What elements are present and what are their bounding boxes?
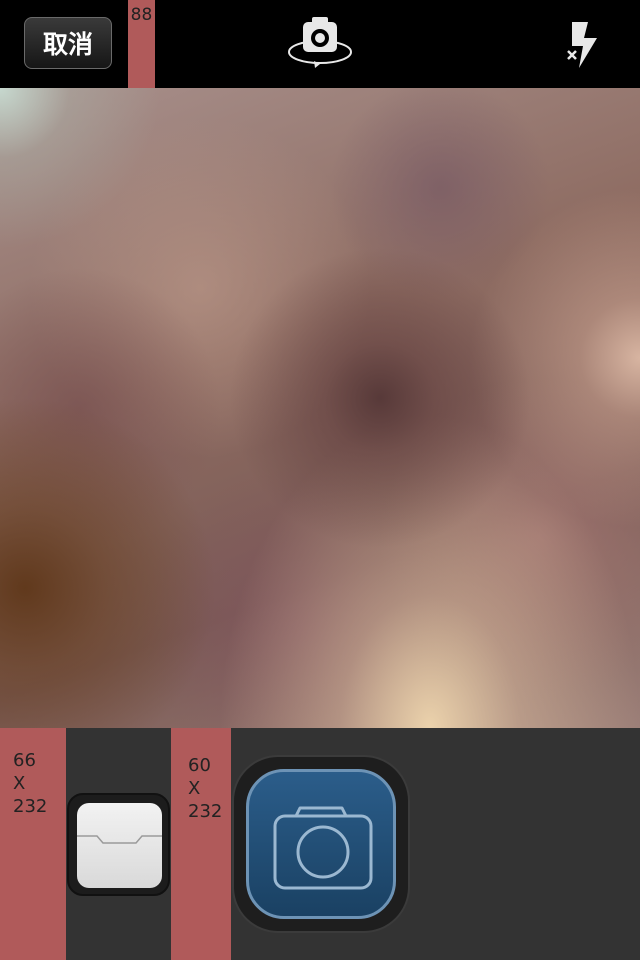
camera-viewfinder	[0, 88, 640, 728]
guide-height-label: 88	[128, 0, 155, 88]
guide-width: 60	[188, 755, 211, 776]
guide-x: X	[188, 778, 201, 799]
guide-width: 66	[13, 750, 36, 771]
top-bar: 取消 88	[0, 0, 640, 88]
photo-album-icon	[77, 803, 162, 888]
shutter-inner	[246, 769, 396, 919]
guide-height: 232	[13, 796, 48, 817]
guide-x: X	[13, 773, 26, 794]
flash-off-icon[interactable]	[560, 18, 604, 70]
photo-album-button[interactable]	[67, 793, 170, 896]
camera-icon	[273, 806, 373, 890]
guide-size-label-mid: 60 X 232	[171, 728, 231, 960]
camera-switch-icon[interactable]	[284, 14, 356, 72]
shutter-button[interactable]	[232, 755, 410, 933]
guide-size-label-left: 66 X 232	[0, 728, 66, 960]
guide-height: 232	[188, 801, 223, 822]
bottom-toolbar: 66 X 232 60 X 232	[0, 728, 640, 960]
cancel-button[interactable]: 取消	[24, 17, 112, 69]
